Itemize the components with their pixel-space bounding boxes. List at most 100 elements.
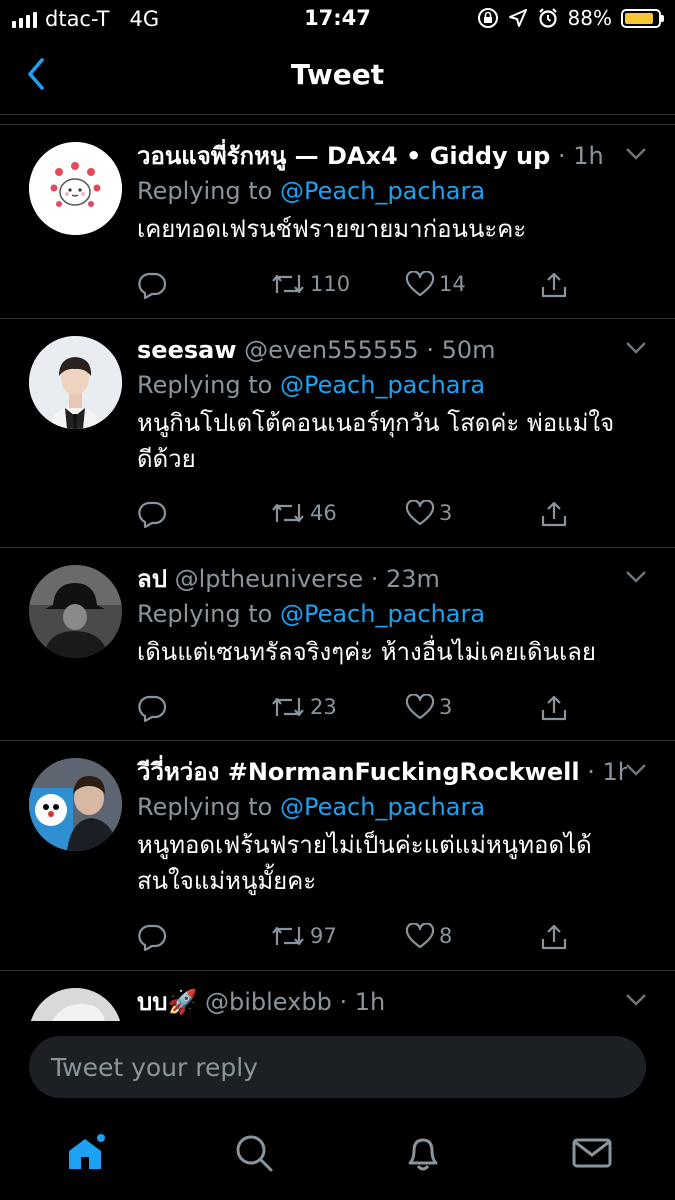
heart-icon <box>405 271 435 297</box>
reply-composer: Tweet your reply <box>0 1021 675 1113</box>
retweet-count: 23 <box>310 695 337 719</box>
reply-input[interactable]: Tweet your reply <box>29 1036 646 1098</box>
display-name[interactable]: วีวี่หว่อง #NormanFuckingRockwell <box>137 758 580 786</box>
replying-to: Replying to @Peach_pachara <box>137 596 655 632</box>
reply-button[interactable] <box>137 271 167 299</box>
nav-bar: Tweet <box>0 38 675 115</box>
chevron-down-icon[interactable] <box>625 763 647 777</box>
replies-feed[interactable]: วอนแจพี่รักหนู — DAx4 • Giddy up · 1h Re… <box>0 125 675 1021</box>
display-name[interactable]: ลป <box>137 565 167 593</box>
like-button[interactable]: 8 <box>405 923 452 949</box>
timestamp: 50m <box>441 336 496 364</box>
timestamp: 1h <box>354 988 386 1016</box>
comment-icon <box>138 272 167 299</box>
tweet-item[interactable]: บบ🚀 @biblexbb · 1h <box>0 971 675 1021</box>
timestamp: 1h <box>573 142 604 170</box>
notifications-icon[interactable] <box>401 1131 445 1175</box>
display-name[interactable]: บบ🚀 <box>137 988 197 1016</box>
tweet-header: ลป @lptheuniverse · 23m <box>137 562 627 596</box>
replying-to: Replying to @Peach_pachara <box>137 367 655 403</box>
timestamp: 23m <box>385 565 440 593</box>
separator: · <box>363 565 386 593</box>
separator: · <box>331 988 355 1016</box>
separator: · <box>587 758 603 786</box>
tweet-item[interactable]: ลป @lptheuniverse · 23m Replying to @Pea… <box>0 548 675 741</box>
heart-icon <box>405 923 435 949</box>
tweet-actions: 46 3 <box>137 500 595 530</box>
share-button[interactable] <box>539 271 569 299</box>
tweet-item[interactable]: วอนแจพี่รักหนู — DAx4 • Giddy up · 1h Re… <box>0 125 675 319</box>
messages-icon[interactable] <box>570 1131 614 1175</box>
tweet-item[interactable]: วีวี่หว่อง #NormanFuckingRockwell · 1h R… <box>0 741 675 971</box>
share-button[interactable] <box>539 500 569 528</box>
like-count: 3 <box>439 695 453 719</box>
share-icon <box>541 924 567 950</box>
heart-icon <box>405 694 435 720</box>
tweet-header: seesaw @even555555 · 50m <box>137 333 627 367</box>
retweet-button[interactable]: 97 <box>270 923 337 949</box>
home-icon[interactable] <box>64 1131 108 1175</box>
retweet-button[interactable]: 46 <box>270 500 337 526</box>
retweet-count: 110 <box>310 272 351 296</box>
alarm-icon <box>538 8 557 28</box>
chevron-down-icon[interactable] <box>625 147 647 161</box>
like-button[interactable]: 14 <box>405 271 466 297</box>
like-button[interactable]: 3 <box>405 694 452 720</box>
like-count: 14 <box>439 272 466 296</box>
mention-link[interactable]: @Peach_pachara <box>280 177 485 205</box>
like-button[interactable]: 3 <box>405 500 452 526</box>
location-icon <box>508 9 527 27</box>
battery-percent: 88% <box>567 6 612 30</box>
replying-label: Replying to <box>137 600 273 628</box>
reply-button[interactable] <box>137 923 167 951</box>
mention-link[interactable]: @Peach_pachara <box>280 793 485 821</box>
avatar[interactable] <box>29 142 122 235</box>
mention-link[interactable]: @Peach_pachara <box>280 371 485 399</box>
tweet-text: เคยทอดเฟรนช์ฟรายขายมาก่อนนะคะ <box>137 215 527 243</box>
user-handle[interactable]: @lptheuniverse <box>175 565 363 593</box>
avatar[interactable] <box>29 565 122 658</box>
display-name[interactable]: seesaw <box>137 336 237 364</box>
tweet-actions: 97 8 <box>137 923 595 953</box>
retweet-button[interactable]: 23 <box>270 694 337 720</box>
mention-link[interactable]: @Peach_pachara <box>280 600 485 628</box>
share-button[interactable] <box>539 694 569 722</box>
replying-to: Replying to @Peach_pachara <box>137 173 655 209</box>
chevron-down-icon[interactable] <box>625 993 647 1007</box>
tweet-item[interactable]: seesaw @even555555 · 50m Replying to @Pe… <box>0 319 675 548</box>
chevron-down-icon[interactable] <box>625 341 647 355</box>
like-count: 3 <box>439 501 453 525</box>
tab-bar <box>0 1113 675 1200</box>
tweet-body: ลป @lptheuniverse · 23m Replying to @Pea… <box>137 562 655 670</box>
like-count: 8 <box>439 924 453 948</box>
tweet-header: บบ🚀 @biblexbb · 1h <box>137 985 627 1019</box>
reply-button[interactable] <box>137 694 167 722</box>
retweet-icon <box>272 697 304 717</box>
share-icon <box>541 695 567 721</box>
user-handle[interactable]: @biblexbb <box>205 988 332 1016</box>
status-bar: dtac-T 4G 17:47 88% <box>0 0 675 38</box>
comment-icon <box>138 924 167 951</box>
status-right: 88% <box>477 6 664 30</box>
battery-icon <box>621 8 664 28</box>
chevron-down-icon[interactable] <box>625 570 647 584</box>
comment-icon <box>138 695 167 722</box>
tweet-body: วีวี่หว่อง #NormanFuckingRockwell · 1h R… <box>137 755 655 899</box>
display-name[interactable]: วอนแจพี่รักหนู — DAx4 • Giddy up <box>137 142 550 170</box>
share-icon <box>541 272 567 298</box>
avatar[interactable] <box>29 758 122 851</box>
retweet-button[interactable]: 110 <box>270 271 350 297</box>
user-handle[interactable]: @even555555 <box>244 336 419 364</box>
retweet-icon <box>272 274 304 294</box>
share-icon <box>541 501 567 527</box>
tweet-actions: 110 14 <box>137 271 595 301</box>
reply-button[interactable] <box>137 500 167 528</box>
tweet-header: วีวี่หว่อง #NormanFuckingRockwell · 1h <box>137 755 627 789</box>
retweet-icon <box>272 926 304 946</box>
share-button[interactable] <box>539 923 569 951</box>
tweet-actions: 23 3 <box>137 694 595 724</box>
avatar[interactable] <box>29 336 122 429</box>
tweet-text: หนูกินโปเตโต้คอนเนอร์ทุกวัน โสดค่ะ พ่อแม… <box>137 409 615 473</box>
search-icon[interactable] <box>232 1131 276 1175</box>
avatar[interactable] <box>29 988 122 1021</box>
